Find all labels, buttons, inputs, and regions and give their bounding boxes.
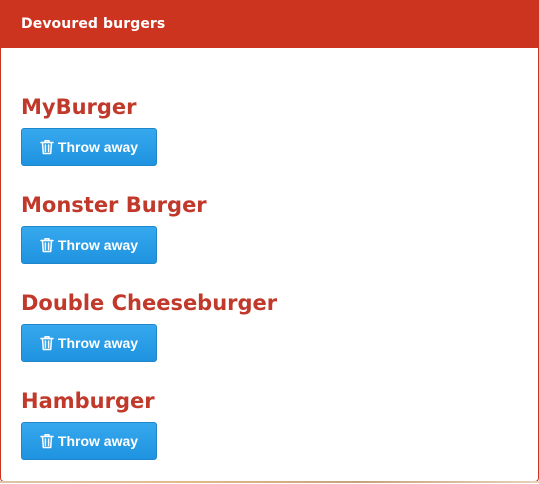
throw-away-button[interactable]: Throw away: [21, 128, 157, 166]
burger-list: MyBurger Throw away Monster Burger Throw: [1, 48, 538, 484]
throw-away-button[interactable]: Throw away: [21, 324, 157, 362]
trash-icon: [40, 335, 54, 351]
throw-away-button[interactable]: Throw away: [21, 422, 157, 460]
devoured-burgers-panel: Devoured burgers MyBurger Throw away Mon…: [0, 0, 539, 482]
burger-item: Monster Burger Throw away: [21, 190, 518, 288]
throw-away-button[interactable]: Throw away: [21, 226, 157, 264]
panel-title: Devoured burgers: [21, 16, 165, 32]
burger-name: MyBurger: [21, 92, 518, 122]
burger-item: MyBurger Throw away: [21, 92, 518, 190]
burger-item: Hamburger Throw away: [21, 386, 518, 484]
trash-icon: [40, 139, 54, 155]
burger-name: Monster Burger: [21, 190, 518, 220]
burger-name: Double Cheeseburger: [21, 288, 518, 318]
trash-icon: [40, 433, 54, 449]
throw-away-label: Throw away: [58, 335, 138, 351]
burger-item: Double Cheeseburger Throw away: [21, 288, 518, 386]
panel-heading: Devoured burgers: [1, 0, 538, 48]
throw-away-label: Throw away: [58, 237, 138, 253]
burger-name: Hamburger: [21, 386, 518, 416]
trash-icon: [40, 237, 54, 253]
throw-away-label: Throw away: [58, 433, 138, 449]
throw-away-label: Throw away: [58, 139, 138, 155]
